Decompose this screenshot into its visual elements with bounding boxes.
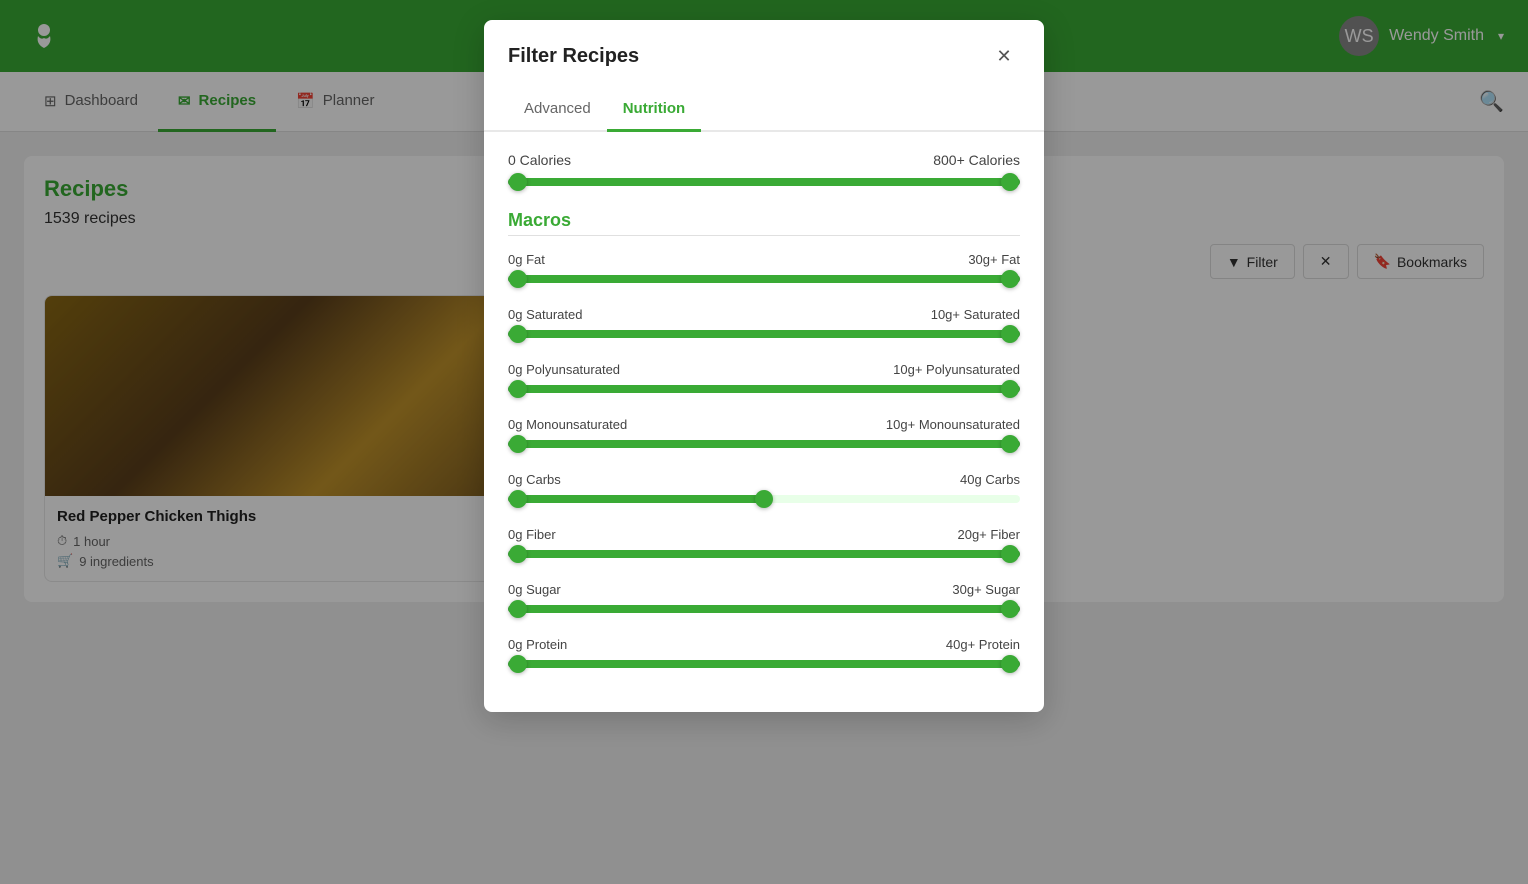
filter-modal: Filter Recipes ✕ Advanced Nutrition 0 Ca… [484,20,1044,712]
macro-protein: 0g Protein 40g+ Protein [508,637,1020,668]
saturated-max: 10g+ Saturated [931,307,1020,322]
macro-saturated: 0g Saturated 10g+ Saturated [508,307,1020,338]
poly-slider[interactable] [508,385,1020,393]
mono-min: 0g Monounsaturated [508,417,627,432]
sugar-labels: 0g Sugar 30g+ Sugar [508,582,1020,597]
fat-fill [508,275,1020,283]
macro-sugar: 0g Sugar 30g+ Sugar [508,582,1020,613]
macros-section: Macros 0g Fat 30g+ Fat [508,210,1020,668]
macros-divider [508,235,1020,236]
protein-slider[interactable] [508,660,1020,668]
macro-monounsaturated: 0g Monounsaturated 10g+ Monounsaturated [508,417,1020,448]
macros-title: Macros [508,210,1020,231]
poly-thumb-min[interactable] [509,380,527,398]
poly-thumb-max[interactable] [1001,380,1019,398]
fiber-slider[interactable] [508,550,1020,558]
modal-overlay[interactable]: Filter Recipes ✕ Advanced Nutrition 0 Ca… [0,0,1528,884]
saturated-thumb-max[interactable] [1001,325,1019,343]
calories-range-labels: 0 Calories 800+ Calories [508,152,1020,168]
macro-fat: 0g Fat 30g+ Fat [508,252,1020,283]
protein-min: 0g Protein [508,637,567,652]
fiber-thumb-min[interactable] [509,545,527,563]
carbs-min: 0g Carbs [508,472,561,487]
macro-polyunsaturated: 0g Polyunsaturated 10g+ Polyunsaturated [508,362,1020,393]
fat-slider[interactable] [508,275,1020,283]
fat-thumb-max[interactable] [1001,270,1019,288]
modal-title: Filter Recipes [508,45,639,68]
poly-max: 10g+ Polyunsaturated [893,362,1020,377]
poly-min: 0g Polyunsaturated [508,362,620,377]
saturated-fill [508,330,1020,338]
calories-max-label: 800+ Calories [933,152,1020,168]
protein-labels: 0g Protein 40g+ Protein [508,637,1020,652]
mono-thumb-min[interactable] [509,435,527,453]
fiber-fill [508,550,1020,558]
sugar-thumb-max[interactable] [1001,600,1019,618]
mono-slider[interactable] [508,440,1020,448]
calories-fill [508,178,1020,186]
modal-body: 0 Calories 800+ Calories Macros 0g Fat 3… [484,132,1044,712]
sugar-fill [508,605,1020,613]
fat-thumb-min[interactable] [509,270,527,288]
modal-tabs: Advanced Nutrition [484,88,1044,132]
mono-labels: 0g Monounsaturated 10g+ Monounsaturated [508,417,1020,432]
saturated-slider[interactable] [508,330,1020,338]
macro-carbs: 0g Carbs 40g Carbs [508,472,1020,503]
protein-max: 40g+ Protein [946,637,1020,652]
sugar-min: 0g Sugar [508,582,561,597]
sugar-thumb-min[interactable] [509,600,527,618]
protein-thumb-min[interactable] [509,655,527,673]
protein-thumb-max[interactable] [1001,655,1019,673]
fiber-max: 20g+ Fiber [957,527,1020,542]
fat-labels: 0g Fat 30g+ Fat [508,252,1020,267]
fat-max: 30g+ Fat [968,252,1020,267]
mono-max: 10g+ Monounsaturated [886,417,1020,432]
close-button[interactable]: ✕ [988,40,1020,72]
carbs-max: 40g Carbs [960,472,1020,487]
fat-min: 0g Fat [508,252,545,267]
sugar-max: 30g+ Sugar [952,582,1020,597]
saturated-min: 0g Saturated [508,307,582,322]
protein-fill [508,660,1020,668]
macro-fiber: 0g Fiber 20g+ Fiber [508,527,1020,558]
fiber-thumb-max[interactable] [1001,545,1019,563]
carbs-labels: 0g Carbs 40g Carbs [508,472,1020,487]
saturated-labels: 0g Saturated 10g+ Saturated [508,307,1020,322]
calories-slider[interactable] [508,178,1020,186]
mono-thumb-max[interactable] [1001,435,1019,453]
calories-thumb-max[interactable] [1001,173,1019,191]
calories-min-label: 0 Calories [508,152,571,168]
polyunsaturated-labels: 0g Polyunsaturated 10g+ Polyunsaturated [508,362,1020,377]
modal-header: Filter Recipes ✕ [484,20,1044,72]
tab-nutrition[interactable]: Nutrition [607,88,701,132]
carbs-thumb-max[interactable] [755,490,773,508]
fiber-labels: 0g Fiber 20g+ Fiber [508,527,1020,542]
fiber-min: 0g Fiber [508,527,556,542]
calories-thumb-min[interactable] [509,173,527,191]
carbs-fill [508,495,764,503]
poly-fill [508,385,1020,393]
saturated-thumb-min[interactable] [509,325,527,343]
mono-fill [508,440,1020,448]
sugar-slider[interactable] [508,605,1020,613]
tab-advanced[interactable]: Advanced [508,88,607,132]
carbs-thumb-min[interactable] [509,490,527,508]
carbs-slider[interactable] [508,495,1020,503]
